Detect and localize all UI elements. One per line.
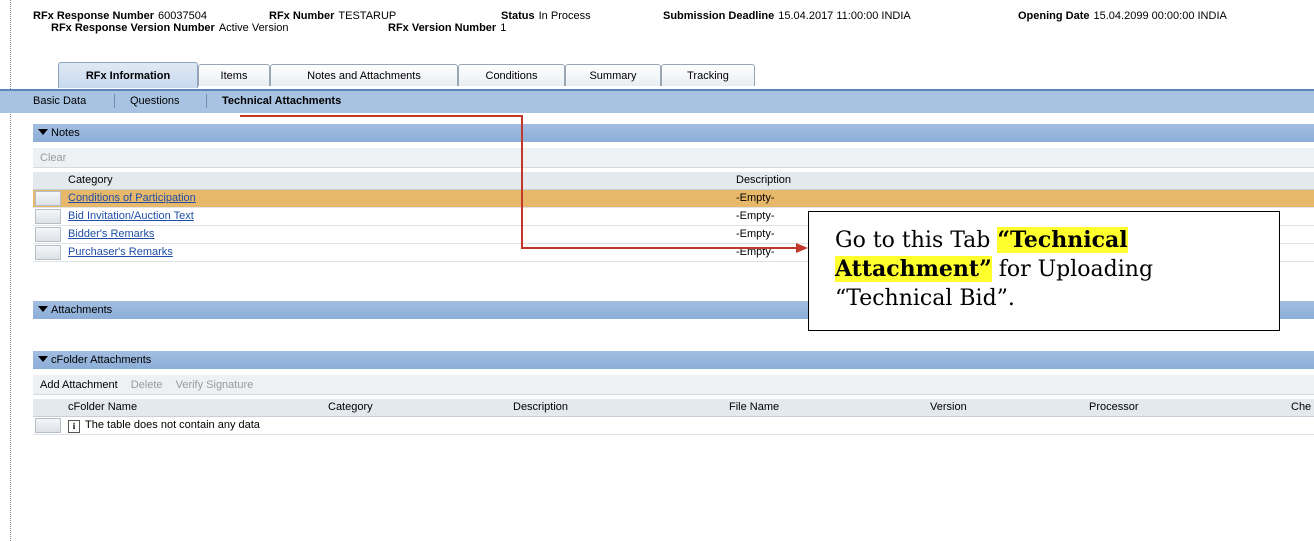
notes-table-header: Category Description	[33, 172, 1314, 190]
note-description: -Empty-	[736, 192, 775, 204]
callout-highlight: Attachment”	[835, 256, 992, 282]
column-description: Description	[513, 401, 569, 413]
tab-strip: RFx Information Items Notes and Attachme…	[0, 62, 1314, 90]
tab-tracking[interactable]: Tracking	[661, 64, 755, 86]
empty-table-message: i The table does not contain any data	[68, 419, 260, 433]
response-number-label: RFx Response Number	[33, 10, 155, 22]
note-description: -Empty-	[736, 210, 775, 222]
cfolder-table-header: cFolder Name Category Description File N…	[33, 399, 1314, 417]
column-processor: Processor	[1089, 401, 1139, 413]
add-attachment-button[interactable]: Add Attachment	[40, 379, 118, 391]
response-version-value: Active Version	[218, 22, 289, 34]
tab-notes-and-attachments[interactable]: Notes and Attachments	[270, 64, 458, 86]
row-selector[interactable]	[35, 191, 61, 206]
note-category-link[interactable]: Purchaser's Remarks	[68, 246, 173, 258]
note-description: -Empty-	[736, 228, 775, 240]
tab-conditions[interactable]: Conditions	[458, 64, 565, 86]
row-selector[interactable]	[35, 209, 61, 224]
note-category-link[interactable]: Conditions of Participation	[68, 192, 196, 204]
column-file-name: File Name	[729, 401, 780, 413]
cfolder-panel-header[interactable]: cFolder Attachments	[33, 351, 1314, 369]
tab-items[interactable]: Items	[198, 64, 270, 86]
attachments-title: Attachments	[51, 304, 113, 316]
info-icon: i	[68, 420, 80, 433]
note-category-link[interactable]: Bidder's Remarks	[68, 228, 154, 240]
rfx-version-label: RFx Version Number	[388, 22, 497, 34]
collapse-triangle-icon[interactable]	[38, 129, 48, 135]
note-description: -Empty-	[736, 246, 775, 258]
opening-date-value: 15.04.2099 00:00:00 INDIA	[1093, 10, 1227, 22]
column-cfolder-name: cFolder Name	[68, 401, 138, 413]
deadline-value: 15.04.2017 11:00:00 INDIA	[778, 10, 911, 22]
column-category: Category	[68, 174, 113, 186]
subnav-basic-data[interactable]: Basic Data	[33, 95, 86, 107]
column-category: Category	[328, 401, 373, 413]
note-category-link[interactable]: Bid Invitation/Auction Text	[68, 210, 194, 222]
column-check: Che	[1291, 401, 1312, 413]
response-version-label: RFx Response Version Number	[51, 22, 215, 34]
clear-button[interactable]: Clear	[40, 152, 66, 164]
collapse-triangle-icon[interactable]	[38, 356, 48, 362]
table-row[interactable]: Conditions of Participation -Empty-	[33, 190, 1314, 208]
notes-title: Notes	[51, 127, 80, 139]
callout-highlight: “Technical	[997, 227, 1128, 253]
row-selector[interactable]	[35, 418, 61, 433]
subnav-technical-attachments[interactable]: Technical Attachments	[222, 95, 341, 107]
column-version: Version	[930, 401, 967, 413]
notes-toolbar: Clear	[33, 148, 1314, 168]
delete-button[interactable]: Delete	[131, 379, 163, 391]
column-description: Description	[736, 174, 792, 186]
rfx-version-value: 1	[500, 22, 507, 34]
status-label: Status	[501, 10, 535, 22]
cfolder-title: cFolder Attachments	[51, 354, 152, 366]
status-value: In Process	[538, 10, 591, 22]
sub-navigation: Basic Data Questions Technical Attachmen…	[0, 91, 1314, 113]
verify-signature-button[interactable]: Verify Signature	[176, 379, 254, 391]
deadline-label: Submission Deadline	[663, 10, 775, 22]
response-number: 60037504	[158, 10, 207, 22]
cfolder-toolbar: Add Attachment Delete Verify Signature	[33, 375, 1314, 395]
rfx-number: TESTARUP	[338, 10, 397, 22]
empty-table-row: i The table does not contain any data	[33, 417, 1314, 435]
rfx-number-label: RFx Number	[269, 10, 335, 22]
instruction-callout: Go to this Tab “Technical Attachment” fo…	[808, 211, 1280, 331]
notes-panel-header[interactable]: Notes	[33, 124, 1314, 142]
subnav-separator	[114, 94, 115, 108]
tab-rfx-information[interactable]: RFx Information	[58, 62, 198, 88]
collapse-triangle-icon[interactable]	[38, 306, 48, 312]
row-selector[interactable]	[35, 227, 61, 242]
tab-summary[interactable]: Summary	[565, 64, 661, 86]
row-selector[interactable]	[35, 245, 61, 260]
opening-date-label: Opening Date	[1018, 10, 1090, 22]
subnav-separator	[206, 94, 207, 108]
rfx-header: RFx Response Number 60037504 RFx Number TE…	[33, 10, 1314, 44]
subnav-questions[interactable]: Questions	[130, 95, 180, 107]
